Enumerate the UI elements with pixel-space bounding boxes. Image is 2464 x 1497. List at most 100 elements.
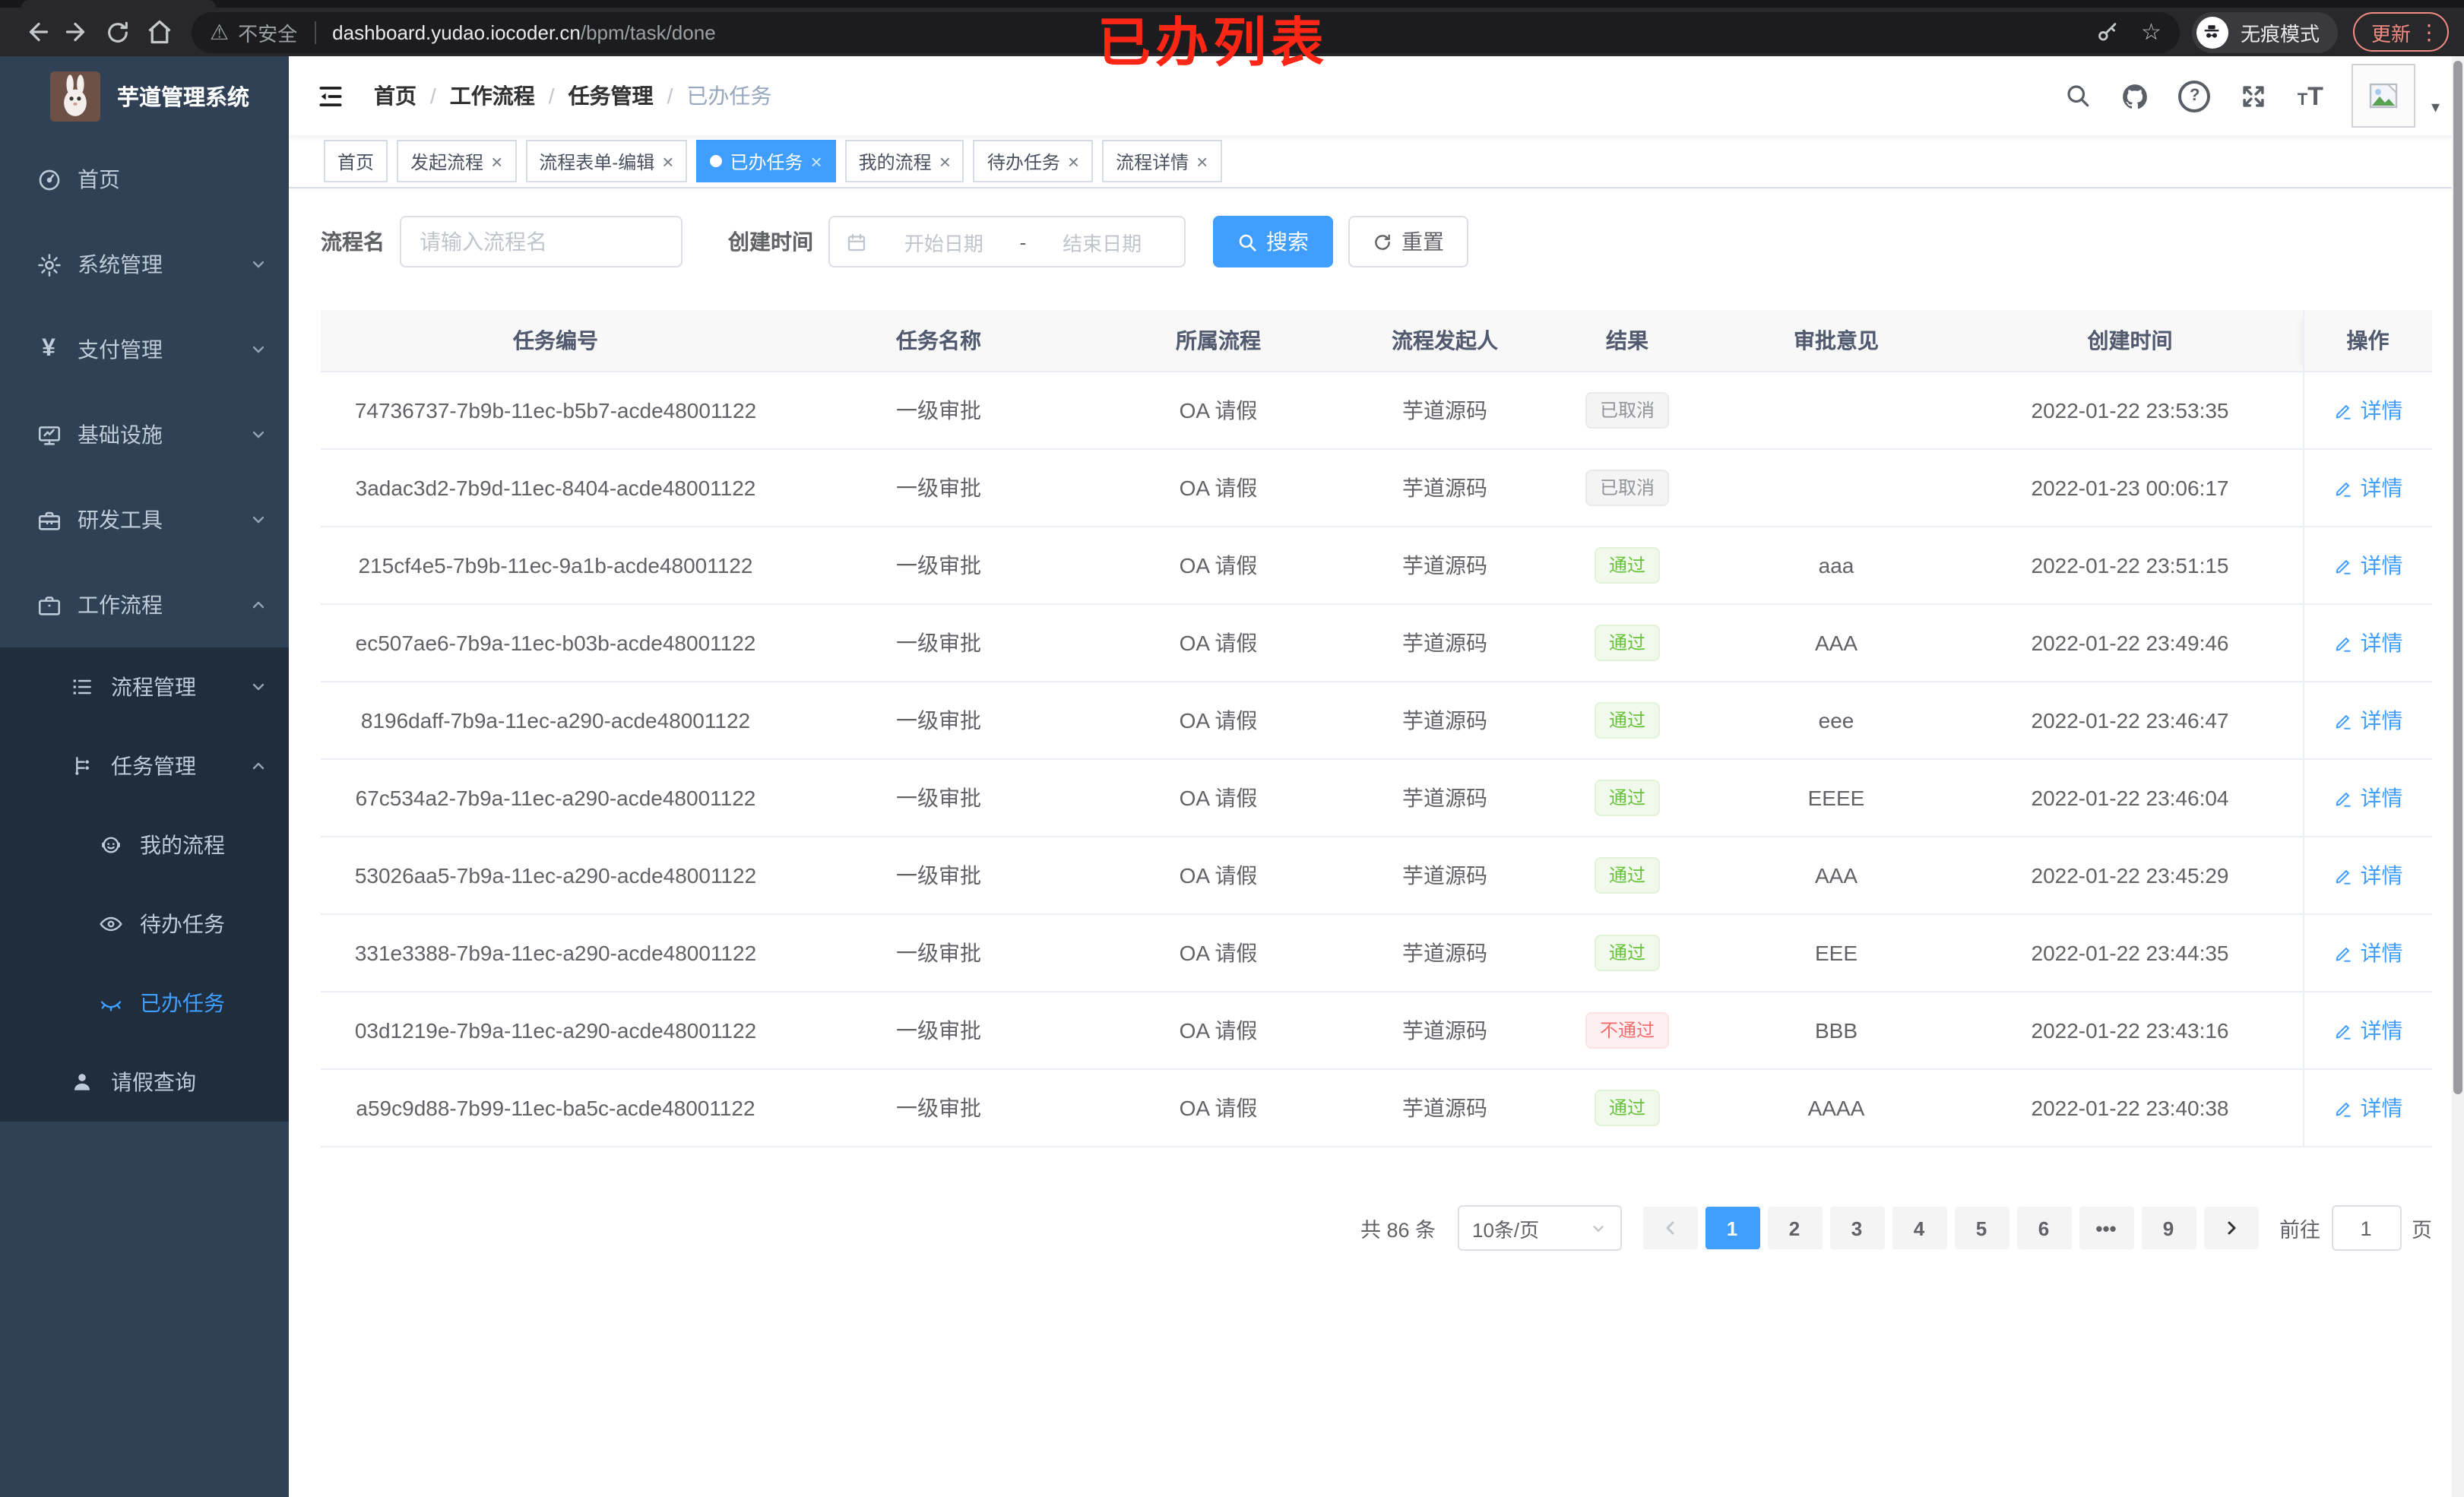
reset-button[interactable]: 重置 [1348, 216, 1468, 267]
browser-tab[interactable] [21, 0, 216, 8]
detail-link[interactable]: 详情 [2333, 938, 2403, 968]
page-button[interactable]: 3 [1829, 1207, 1884, 1249]
breadcrumb-item[interactable]: 任务管理 [568, 81, 654, 111]
font-size-icon[interactable]: TT [2298, 83, 2323, 109]
sidebar-item-done-tasks[interactable]: 已办任务 [0, 964, 289, 1043]
cell-result: 通过 [1540, 1069, 1715, 1147]
page-button[interactable]: 2 [1767, 1207, 1822, 1249]
page-ellipsis[interactable]: ••• [2079, 1207, 2133, 1249]
sidebar-item-home[interactable]: 首页 [0, 137, 289, 222]
breadcrumb-item[interactable]: 首页 [374, 81, 416, 111]
col-starter: 流程发起人 [1350, 310, 1540, 372]
detail-link[interactable]: 详情 [2333, 860, 2403, 891]
not-secure-label[interactable]: 不安全 [238, 17, 297, 46]
update-label: 更新 [2371, 22, 2411, 45]
forward-icon[interactable] [56, 11, 97, 52]
page-button[interactable]: 6 [2016, 1207, 2071, 1249]
cell-starter: 芋道源码 [1350, 527, 1540, 605]
fullscreen-icon[interactable] [2240, 81, 2269, 110]
tab-form-edit[interactable]: 流程表单-编辑 × [525, 140, 688, 182]
sidebar-item-system[interactable]: 系统管理 [0, 222, 289, 307]
cell-created: 2022-01-22 23:46:47 [1958, 682, 2303, 760]
sidebar-item-leave-query[interactable]: 请假查询 [0, 1043, 289, 1122]
detail-link[interactable]: 详情 [2333, 705, 2403, 736]
user-avatar[interactable] [2352, 64, 2416, 128]
end-date-placeholder[interactable]: 结束日期 [1035, 227, 1169, 256]
sidebar-item-process-mgmt[interactable]: 流程管理 [0, 647, 289, 726]
sidebar-item-label: 我的流程 [140, 833, 225, 857]
tags-view: 首页 发起流程 × 流程表单-编辑 × 已办任务 × 我的流程 × 待办任务 ×… [289, 135, 2464, 188]
search-icon[interactable] [2065, 82, 2092, 109]
bookmark-star-icon[interactable]: ☆ [2141, 18, 2162, 46]
browser-chrome: ⚠ 不安全 dashboard.yudao.iocoder.cn/bpm/tas… [0, 0, 2464, 73]
app: 芋道管理系统 首页 系统管理 ¥ 支付管理 基础设施 研发工具 工作流程 流程管… [0, 56, 2464, 1497]
browser-menu-icon[interactable]: ⋮ [2418, 21, 2440, 43]
close-icon[interactable]: × [1068, 151, 1079, 171]
sidebar-item-payment[interactable]: ¥ 支付管理 [0, 307, 289, 392]
detail-link[interactable]: 详情 [2333, 1093, 2403, 1123]
table-header-row: 任务编号 任务名称 所属流程 流程发起人 结果 审批意见 创建时间 操作 [321, 310, 2432, 372]
sidebar-logo[interactable]: 芋道管理系统 [0, 56, 289, 137]
cell-starter: 芋道源码 [1350, 1069, 1540, 1147]
detail-link[interactable]: 详情 [2333, 628, 2403, 658]
back-icon[interactable] [15, 11, 56, 52]
detail-link[interactable]: 详情 [2333, 473, 2403, 503]
sidebar-item-task-mgmt[interactable]: 任务管理 [0, 726, 289, 805]
date-range-input[interactable]: 开始日期 - 结束日期 [828, 216, 1186, 267]
close-icon[interactable]: × [810, 151, 822, 171]
next-page-button[interactable] [2203, 1207, 2258, 1249]
page-button[interactable]: 9 [2141, 1207, 2196, 1249]
cell-comment [1715, 449, 1958, 527]
tab-todo-tasks[interactable]: 待办任务 × [973, 140, 1094, 182]
github-icon[interactable] [2121, 81, 2150, 110]
cell-comment: AAA [1715, 837, 1958, 915]
process-name-input[interactable] [400, 216, 683, 267]
tab-my-process[interactable]: 我的流程 × [844, 140, 964, 182]
help-icon[interactable]: ? [2178, 80, 2211, 112]
briefcase-icon [35, 592, 62, 618]
scrollbar-thumb[interactable] [2453, 61, 2462, 1094]
search-button[interactable]: 搜索 [1213, 216, 1333, 267]
page-button[interactable]: 4 [1892, 1207, 1946, 1249]
update-button[interactable]: 更新 ⋮ [2352, 12, 2449, 52]
logo-avatar [50, 71, 100, 122]
cell-comment: EEEE [1715, 759, 1958, 837]
sidebar-item-infra[interactable]: 基础设施 [0, 392, 289, 477]
tab-start-process[interactable]: 发起流程 × [397, 140, 517, 182]
home-icon[interactable] [138, 11, 179, 52]
password-key-icon[interactable] [2094, 19, 2120, 45]
breadcrumb-item[interactable]: 工作流程 [450, 81, 535, 111]
tab-done-tasks[interactable]: 已办任务 × [696, 140, 836, 182]
close-icon[interactable]: × [939, 151, 951, 171]
start-date-placeholder[interactable]: 开始日期 [877, 227, 1011, 256]
close-icon[interactable]: × [491, 151, 502, 171]
close-icon[interactable]: × [1196, 151, 1208, 171]
navbar-actions: ? TT ▾ [2065, 64, 2440, 128]
chevron-down-icon[interactable]: ▾ [2431, 97, 2440, 116]
page-button[interactable]: 5 [1954, 1207, 2009, 1249]
cell-task-id: 03d1219e-7b9a-11ec-a290-acde48001122 [321, 992, 790, 1070]
tab-process-detail[interactable]: 流程详情 × [1102, 140, 1222, 182]
page-size-select[interactable]: 10条/页 [1457, 1205, 1621, 1251]
reload-icon[interactable] [97, 11, 138, 52]
detail-link[interactable]: 详情 [2333, 1015, 2403, 1046]
sidebar-item-workflow[interactable]: 工作流程 [0, 562, 289, 647]
sidebar-toggle-icon[interactable] [309, 74, 351, 117]
table-row: ec507ae6-7b9a-11ec-b03b-acde48001122 一级审… [321, 604, 2432, 682]
sidebar-item-devtools[interactable]: 研发工具 [0, 477, 289, 562]
sidebar-item-label: 请假查询 [111, 1070, 196, 1094]
goto-page-input[interactable] [2331, 1205, 2401, 1251]
cell-process: OA 请假 [1087, 372, 1350, 450]
page-button[interactable]: 1 [1705, 1207, 1759, 1249]
tab-home[interactable]: 首页 [324, 140, 388, 182]
scrollbar[interactable] [2452, 56, 2464, 1497]
detail-link[interactable]: 详情 [2333, 550, 2403, 581]
sidebar-item-todo-tasks[interactable]: 待办任务 [0, 885, 289, 964]
sidebar-item-label: 待办任务 [140, 912, 225, 936]
detail-link[interactable]: 详情 [2333, 783, 2403, 813]
prev-page-button[interactable] [1642, 1207, 1697, 1249]
close-icon[interactable]: × [662, 151, 673, 171]
cell-task-name: 一级审批 [790, 604, 1087, 682]
sidebar-item-my-process[interactable]: 我的流程 [0, 805, 289, 885]
detail-link[interactable]: 详情 [2333, 395, 2403, 426]
